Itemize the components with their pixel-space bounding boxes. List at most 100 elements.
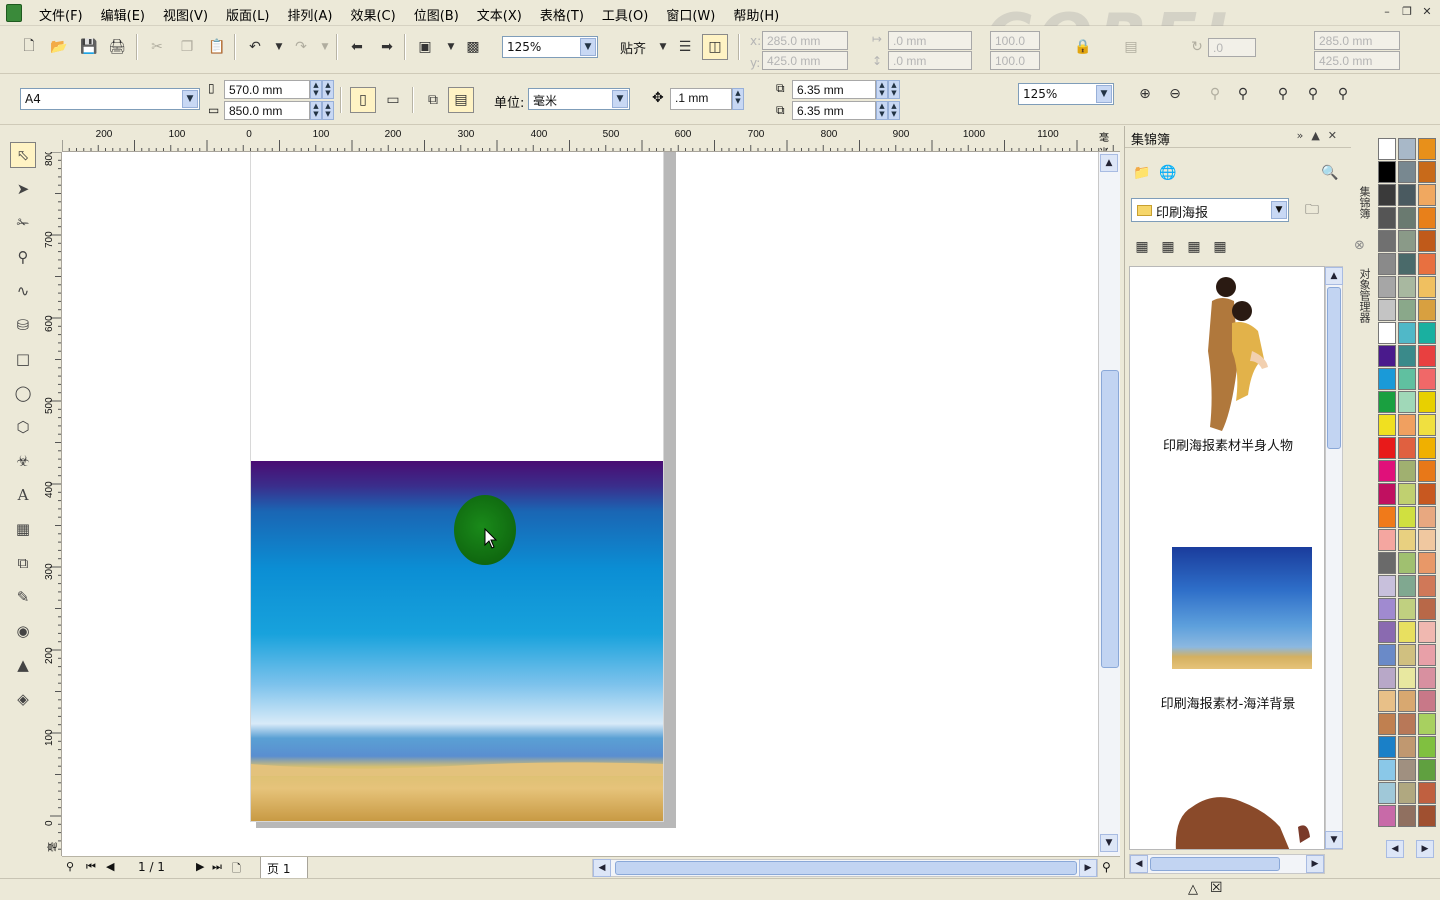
duplicate-distance-y-field[interactable]: 6.35 mm [792, 101, 876, 120]
color-swatch[interactable] [1378, 414, 1396, 436]
nudge-spinner[interactable]: ▲ ▼ [732, 88, 744, 110]
chevron-down-icon[interactable]: ▼ [182, 90, 198, 108]
color-swatch[interactable] [1378, 253, 1396, 275]
color-swatch[interactable] [1378, 690, 1396, 712]
ocean-background-rectangle[interactable] [251, 461, 663, 821]
interactive-blend-tool-icon[interactable]: ⧉ [10, 550, 36, 576]
color-swatch[interactable] [1418, 483, 1436, 505]
palette-scroll-left-icon[interactable]: ◀ [1386, 840, 1404, 858]
color-swatch[interactable] [1398, 299, 1416, 321]
undo-dropdown-icon[interactable]: ▼ [268, 36, 290, 58]
color-swatch[interactable] [1378, 575, 1396, 597]
object-height-field[interactable]: .0 mm [888, 51, 972, 70]
color-swatch[interactable] [1418, 253, 1436, 275]
view-list-icon[interactable]: ▦ [1183, 236, 1205, 258]
menu-file[interactable]: 文件(F) [30, 4, 92, 25]
vertical-scroll-thumb[interactable] [1101, 370, 1119, 668]
redo-icon[interactable]: ↷ [290, 36, 312, 58]
minimize-icon[interactable]: – [1378, 4, 1396, 20]
chevron-down-icon[interactable]: ▼ [612, 90, 628, 108]
zoom-tool-icon[interactable]: ⚲ [10, 244, 36, 270]
color-swatch[interactable] [1418, 138, 1436, 160]
scroll-right-icon[interactable]: ▶ [1306, 855, 1324, 873]
color-swatch[interactable] [1398, 184, 1416, 206]
color-swatch[interactable] [1378, 529, 1396, 551]
folder-select[interactable]: 印刷海报 ▼ [1131, 198, 1289, 222]
close-docker-icon[interactable]: ⊗ [1354, 238, 1365, 253]
color-swatch[interactable] [1418, 736, 1436, 758]
snap-to-guidelines-icon[interactable]: ◫ [702, 34, 728, 60]
unit-combo[interactable]: 毫米 ▼ [528, 88, 630, 110]
menu-help[interactable]: 帮助(H) [724, 4, 788, 25]
all-pages-icon[interactable]: ⧉ [422, 89, 444, 111]
color-swatch[interactable] [1378, 644, 1396, 666]
color-swatch[interactable] [1398, 805, 1416, 827]
color-swatch[interactable] [1398, 483, 1416, 505]
options-icon[interactable]: ☰ [674, 36, 696, 58]
color-swatch[interactable] [1418, 621, 1436, 643]
position-x-field[interactable]: 285.0 mm [762, 31, 848, 50]
snap-dropdown-icon[interactable]: ▼ [652, 36, 674, 58]
docker-title-buttons[interactable]: »▲✕ [1297, 129, 1345, 142]
add-page-icon[interactable]: 🗋 [232, 860, 241, 879]
thumbnail-label-people[interactable]: 印刷海报素材半身人物 [1130, 435, 1324, 454]
zoom-level-combo[interactable]: 125% ▼ [1018, 83, 1114, 105]
zoom-page-width-icon[interactable]: ⚲ [1302, 83, 1324, 105]
zoom-navigator-icon[interactable]: ⚲ [1102, 860, 1111, 874]
color-swatch[interactable] [1418, 598, 1436, 620]
browse-folder-icon[interactable]: 📁 [1131, 162, 1153, 184]
fill-status-icon[interactable]: △ [1188, 882, 1198, 897]
color-swatch[interactable] [1418, 759, 1436, 781]
close-icon[interactable]: ✕ [1418, 4, 1436, 20]
color-swatch[interactable] [1418, 644, 1436, 666]
color-swatch[interactable] [1398, 253, 1416, 275]
rotate-icon[interactable]: ↻ [1186, 36, 1208, 58]
interactive-fill-tool-icon[interactable]: ◈ [10, 686, 36, 712]
scale-y-field[interactable]: 100.0 [990, 51, 1040, 70]
export-icon[interactable]: ➡ [376, 36, 398, 58]
object-width-field[interactable]: .0 mm [888, 31, 972, 50]
lock-ratio-icon[interactable]: 🔒 [1072, 36, 1094, 58]
table-tool-icon[interactable]: ▦ [10, 516, 36, 542]
color-swatch[interactable] [1398, 529, 1416, 551]
scroll-left-icon[interactable]: ◀ [593, 859, 611, 877]
color-swatch[interactable] [1398, 736, 1416, 758]
palette-scroll-right-icon[interactable]: ▶ [1416, 840, 1434, 858]
chevron-down-icon[interactable]: ▼ [580, 38, 596, 56]
rotation-angle-field[interactable]: .0 [1208, 38, 1256, 57]
zoom-in-icon[interactable]: ⊕ [1134, 83, 1156, 105]
document-page[interactable] [250, 152, 664, 822]
snap-label[interactable]: 贴齐 [620, 38, 646, 57]
position2-y-field[interactable]: 425.0 mm [1314, 51, 1400, 70]
shape-tool-icon[interactable]: ➤ [10, 176, 36, 202]
color-swatch[interactable] [1418, 667, 1436, 689]
menu-arrange[interactable]: 排列(A) [278, 4, 341, 25]
color-swatch[interactable] [1378, 391, 1396, 413]
page-tab-1[interactable]: 页 1 [260, 857, 308, 879]
color-swatch[interactable] [1378, 552, 1396, 574]
portrait-icon[interactable]: ▯ [350, 87, 376, 113]
color-swatch[interactable] [1418, 230, 1436, 252]
page-width-spinner-alt[interactable]: ▲ ▼ [322, 80, 334, 99]
color-swatch[interactable] [1398, 207, 1416, 229]
restore-icon[interactable]: ❐ [1398, 4, 1416, 20]
app-icon[interactable] [6, 4, 22, 22]
undo-icon[interactable]: ↶ [244, 36, 266, 58]
color-swatch[interactable] [1398, 368, 1416, 390]
scrapbook-vertical-thumb[interactable] [1327, 287, 1341, 449]
paste-icon[interactable]: 📋 [206, 36, 228, 58]
color-swatch[interactable] [1398, 782, 1416, 804]
view-large-icon[interactable]: ▦ [1209, 236, 1231, 258]
color-swatch[interactable] [1378, 138, 1396, 160]
zoom-combo[interactable]: 125% ▼ [502, 36, 598, 58]
color-swatch[interactable] [1418, 575, 1436, 597]
folder-up-icon[interactable]: 🗀 [1301, 200, 1323, 222]
launcher-dropdown-icon[interactable]: ▼ [440, 36, 462, 58]
import-icon[interactable]: ⬅ [346, 36, 368, 58]
color-swatch[interactable] [1418, 414, 1436, 436]
scroll-up-icon[interactable]: ▲ [1325, 267, 1343, 285]
scrapbook-horizontal-thumb[interactable] [1150, 857, 1280, 871]
color-swatch[interactable] [1378, 713, 1396, 735]
color-swatch[interactable] [1378, 736, 1396, 758]
open-icon[interactable]: 📂 [48, 36, 70, 58]
